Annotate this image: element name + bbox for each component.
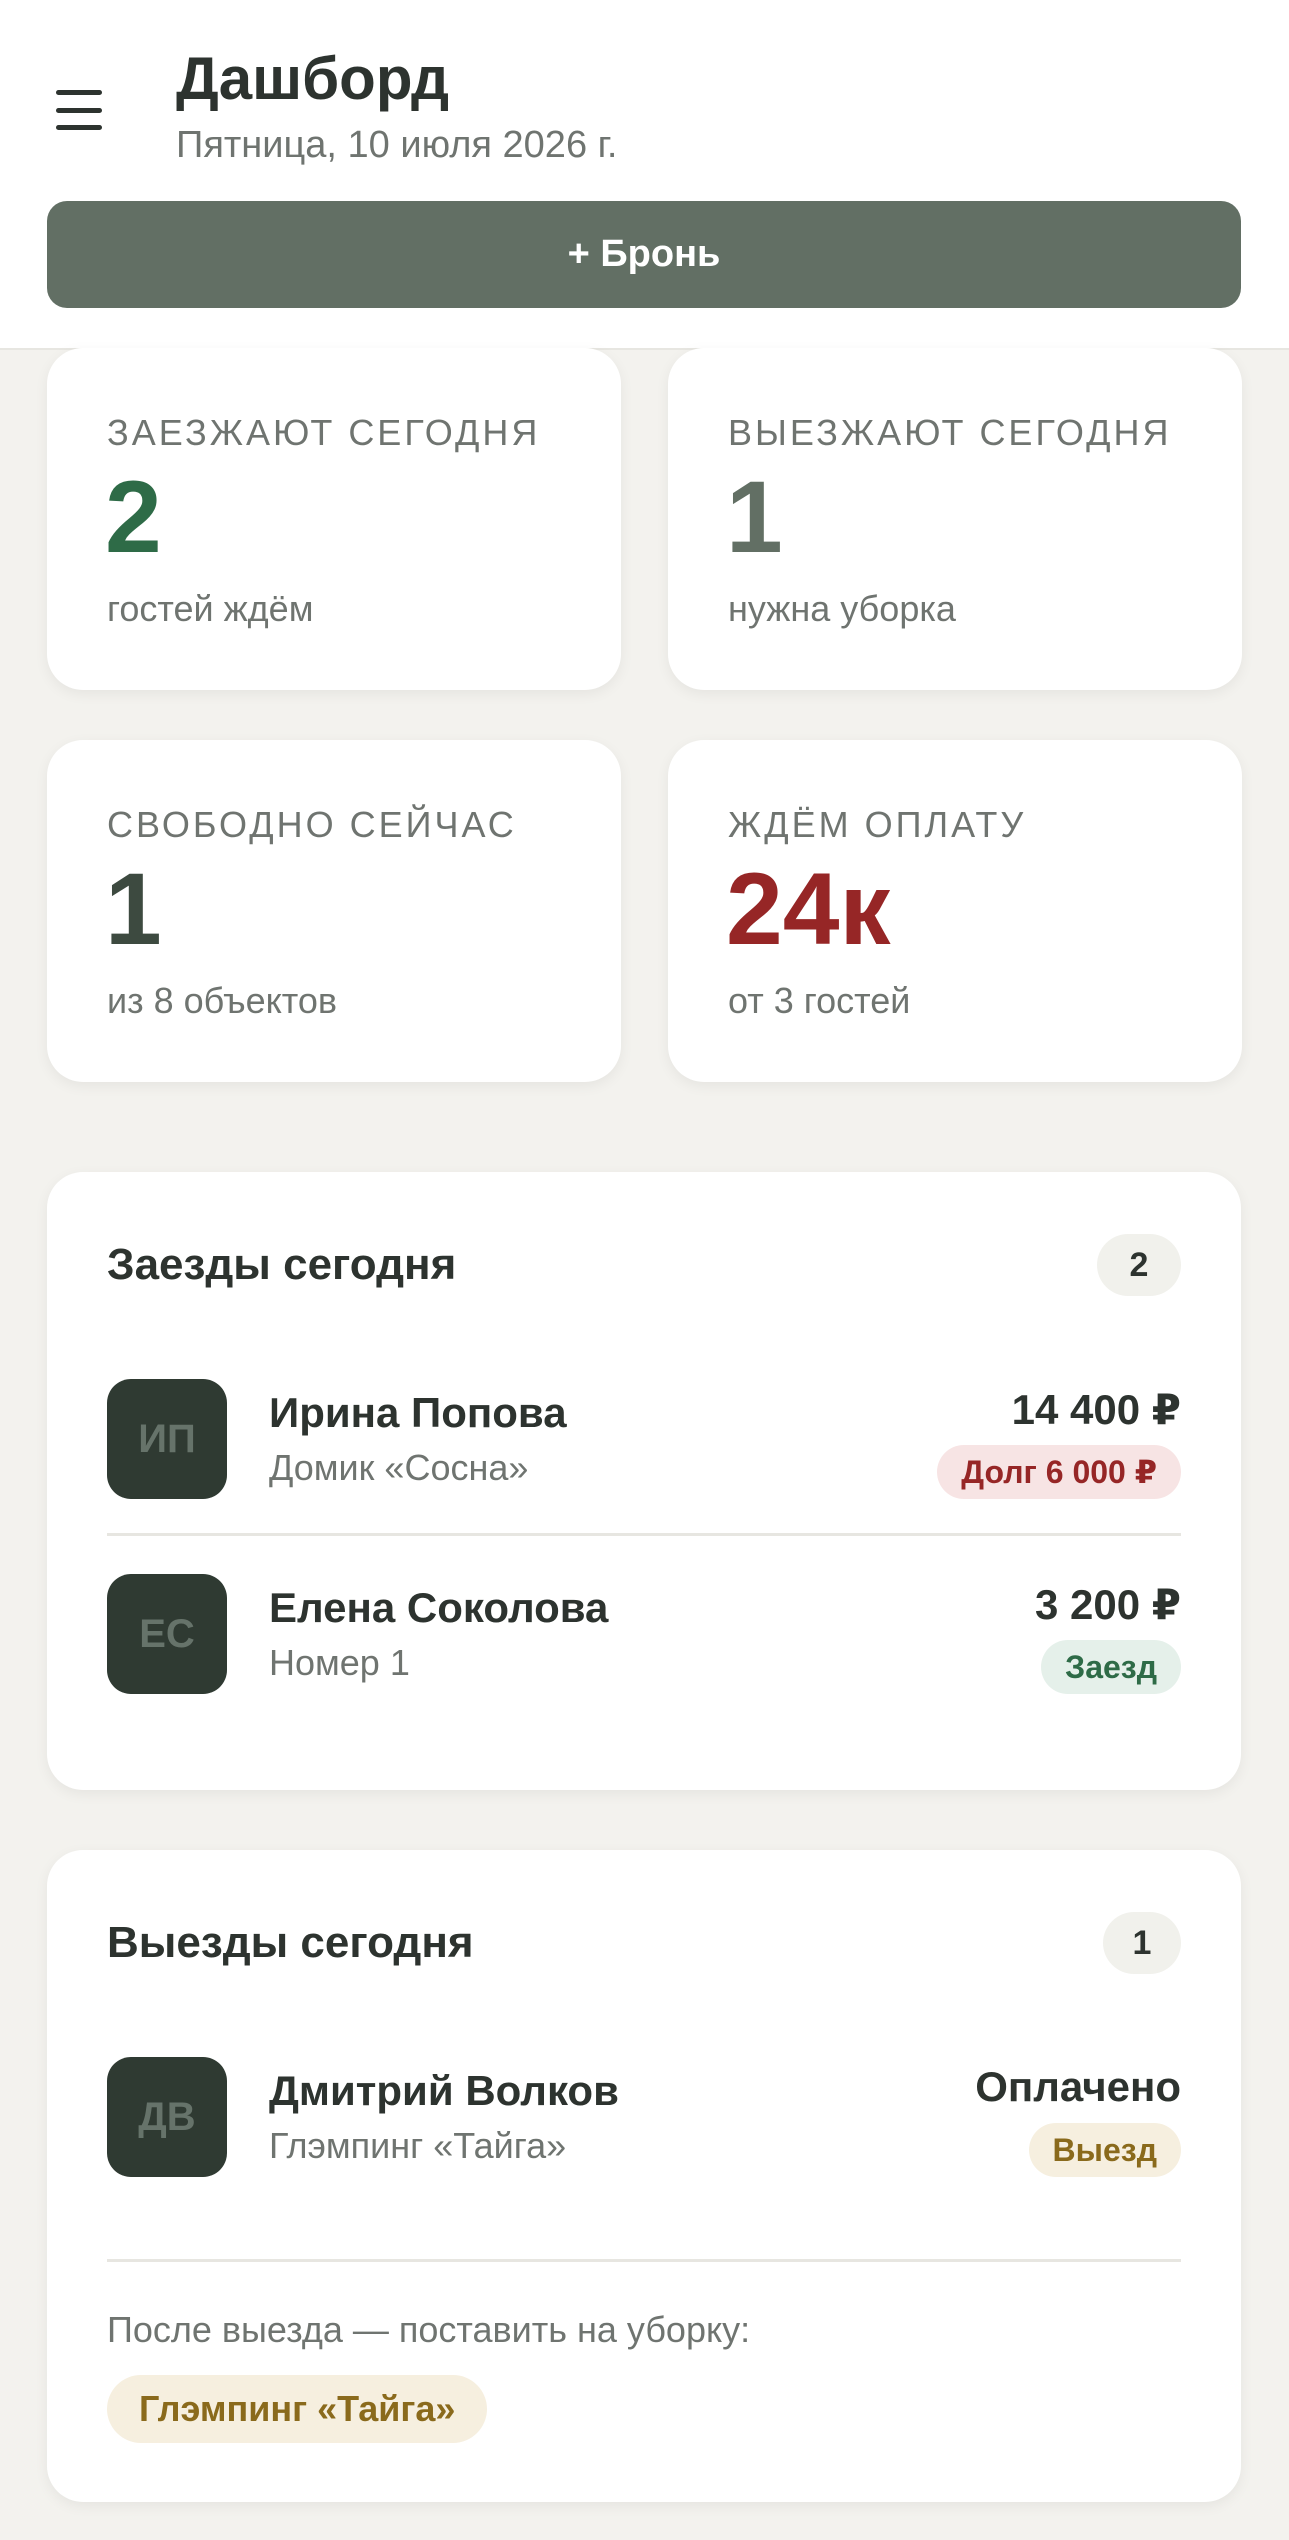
current-date: Пятница, 10 июля 2026 г. xyxy=(176,124,618,166)
section-divider xyxy=(107,2259,1181,2262)
stat-note: от 3 гостей xyxy=(728,980,911,1021)
arrival-row[interactable]: ИП Ирина Попова Домик «Сосна» 14 400 ₽ Д… xyxy=(107,1379,1181,1499)
after-checkout-hint: После выезда — поставить на уборку: xyxy=(107,2309,751,2350)
stat-card-awaiting-payment[interactable]: ЖДЁМ ОПЛАТУ 24к от 3 гостей xyxy=(668,740,1242,1082)
page-title: Дашборд xyxy=(176,45,450,112)
stat-label: ЗАЕЗЖАЮТ СЕГОДНЯ xyxy=(107,412,541,453)
guest-name: Елена Соколова xyxy=(269,1584,609,1631)
menu-line xyxy=(56,125,102,130)
arrivals-section: Заезды сегодня 2 ИП Ирина Попова Домик «… xyxy=(47,1172,1241,1790)
stat-value: 2 xyxy=(105,460,162,574)
hamburger-menu-icon[interactable] xyxy=(56,90,102,130)
guest-name: Ирина Попова xyxy=(269,1389,567,1436)
schedule-cleaning-chip[interactable]: Глэмпинг «Тайга» xyxy=(107,2375,488,2443)
checkout-badge: Выезд xyxy=(1028,2123,1181,2177)
guest-property: Номер 1 xyxy=(269,1642,410,1683)
app-header: Дашборд Пятница, 10 июля 2026 г. + Бронь xyxy=(0,0,1289,350)
stat-label: ЖДЁМ ОПЛАТУ xyxy=(728,804,1027,845)
stat-card-available[interactable]: СВОБОДНО СЕЙЧАС 1 из 8 объектов xyxy=(47,740,621,1082)
stat-note: из 8 объектов xyxy=(107,980,337,1021)
stat-note: гостей ждём xyxy=(107,588,314,629)
stat-value: 1 xyxy=(726,460,783,574)
checkin-badge: Заезд xyxy=(1041,1640,1181,1694)
departures-count-badge: 1 xyxy=(1103,1912,1181,1974)
guest-property: Домик «Сосна» xyxy=(269,1447,529,1488)
stat-label: СВОБОДНО СЕЙЧАС xyxy=(107,804,517,845)
arrivals-count-badge: 2 xyxy=(1097,1234,1181,1296)
avatar: ИП xyxy=(107,1379,227,1499)
guest-name: Дмитрий Волков xyxy=(269,2067,619,2114)
stat-label: ВЫЕЗЖАЮТ СЕГОДНЯ xyxy=(728,412,1172,453)
avatar: ЕС xyxy=(107,1574,227,1694)
payment-status: Оплачено xyxy=(975,2063,1181,2110)
departures-title: Выезды сегодня xyxy=(107,1918,474,1967)
booking-amount: 14 400 ₽ xyxy=(1011,1386,1181,1433)
menu-line xyxy=(56,107,102,113)
stat-value: 1 xyxy=(105,852,162,966)
stat-card-departures[interactable]: ВЫЕЗЖАЮТ СЕГОДНЯ 1 нужна уборка xyxy=(668,348,1242,690)
stat-value: 24к xyxy=(726,852,891,966)
add-booking-button[interactable]: + Бронь xyxy=(47,201,1241,308)
arrival-row[interactable]: ЕС Елена Соколова Номер 1 3 200 ₽ Заезд xyxy=(107,1574,1181,1694)
arrivals-title: Заезды сегодня xyxy=(107,1240,457,1289)
debt-badge: Долг 6 000 ₽ xyxy=(937,1445,1181,1499)
stat-note: нужна уборка xyxy=(728,588,956,629)
stat-card-arrivals[interactable]: ЗАЕЗЖАЮТ СЕГОДНЯ 2 гостей ждём xyxy=(47,348,621,690)
guest-property: Глэмпинг «Тайга» xyxy=(269,2125,567,2166)
avatar: ДВ xyxy=(107,2057,227,2177)
booking-amount: 3 200 ₽ xyxy=(1035,1581,1181,1628)
menu-line xyxy=(56,90,102,95)
row-divider xyxy=(107,1533,1181,1536)
departures-section: Выезды сегодня 1 ДВ Дмитрий Волков Глэмп… xyxy=(47,1850,1241,2502)
departure-row[interactable]: ДВ Дмитрий Волков Глэмпинг «Тайга» Оплач… xyxy=(107,2057,1181,2177)
